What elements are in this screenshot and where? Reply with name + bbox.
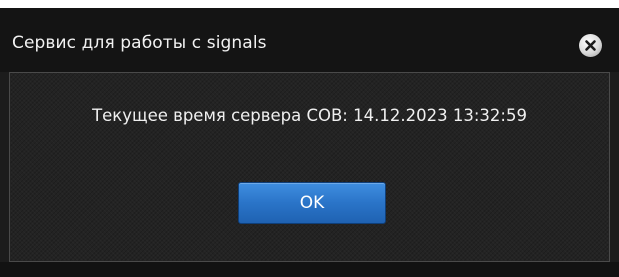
server-time-message: Текущее время сервера СОВ: 14.12.2023 13… xyxy=(92,106,527,125)
close-icon[interactable] xyxy=(579,34,602,57)
dialog-bottom-border xyxy=(0,262,619,277)
ok-button[interactable]: OK xyxy=(238,182,386,224)
dialog-titlebar[interactable]: Сервис для работы с signals xyxy=(0,8,619,72)
message-dialog: Сервис для работы с signals Текущее врем… xyxy=(0,8,619,277)
dialog-content: Текущее время сервера СОВ: 14.12.2023 13… xyxy=(9,72,610,262)
dialog-title: Сервис для работы с signals xyxy=(12,33,267,53)
